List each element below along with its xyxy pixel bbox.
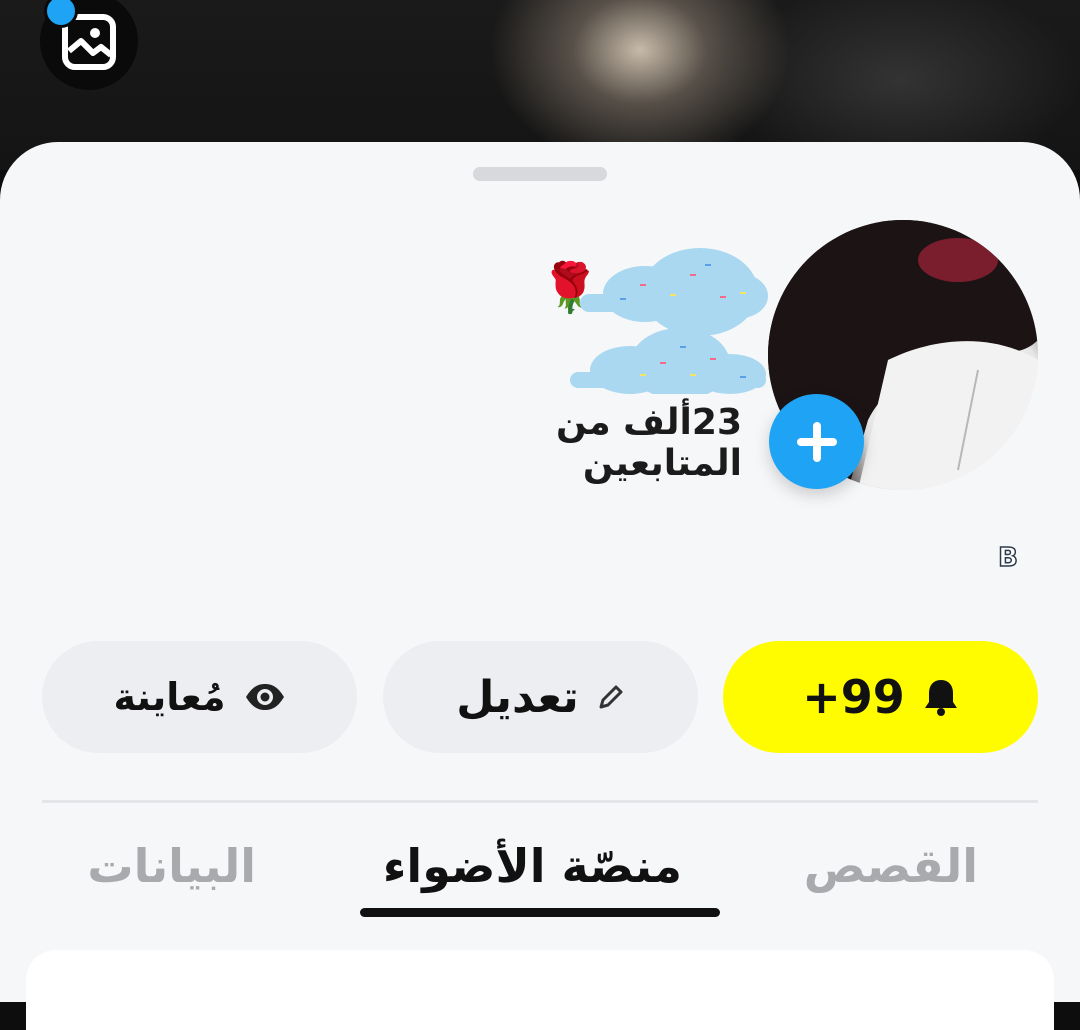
notifications-button[interactable]: +99 <box>723 641 1038 753</box>
edit-label: تعديل <box>456 671 579 723</box>
profile-badge-icon[interactable]: B <box>995 543 1021 573</box>
section-divider <box>42 800 1038 803</box>
display-name-decoration: 🌹 <box>540 234 770 400</box>
profile-sheet: 🌹 23ألف من المتابعين B +99 تعديل مُعاينة… <box>0 142 1080 1030</box>
content-card <box>26 950 1054 1030</box>
tab-spotlight[interactable]: منصّة الأضواء <box>383 838 682 894</box>
notifications-count: +99 <box>802 670 905 724</box>
preview-button[interactable]: مُعاينة <box>42 641 357 753</box>
preview-label: مُعاينة <box>113 675 226 719</box>
plus-icon <box>796 421 837 462</box>
eye-icon <box>245 684 284 710</box>
add-story-button[interactable] <box>769 394 864 489</box>
rose-emoji: 🌹 <box>540 260 600 316</box>
follower-count[interactable]: 23ألف من المتابعين <box>420 402 742 484</box>
edit-button[interactable]: تعديل <box>383 641 698 753</box>
tab-data[interactable]: البيانات <box>87 838 256 894</box>
drag-handle[interactable] <box>473 167 607 181</box>
tab-stories[interactable]: القصص <box>804 838 978 894</box>
active-tab-indicator <box>360 908 720 917</box>
cloud-shape-top <box>580 248 768 336</box>
cloud-shape-bottom <box>570 328 766 400</box>
pencil-icon <box>599 685 623 709</box>
bell-icon <box>924 680 957 716</box>
